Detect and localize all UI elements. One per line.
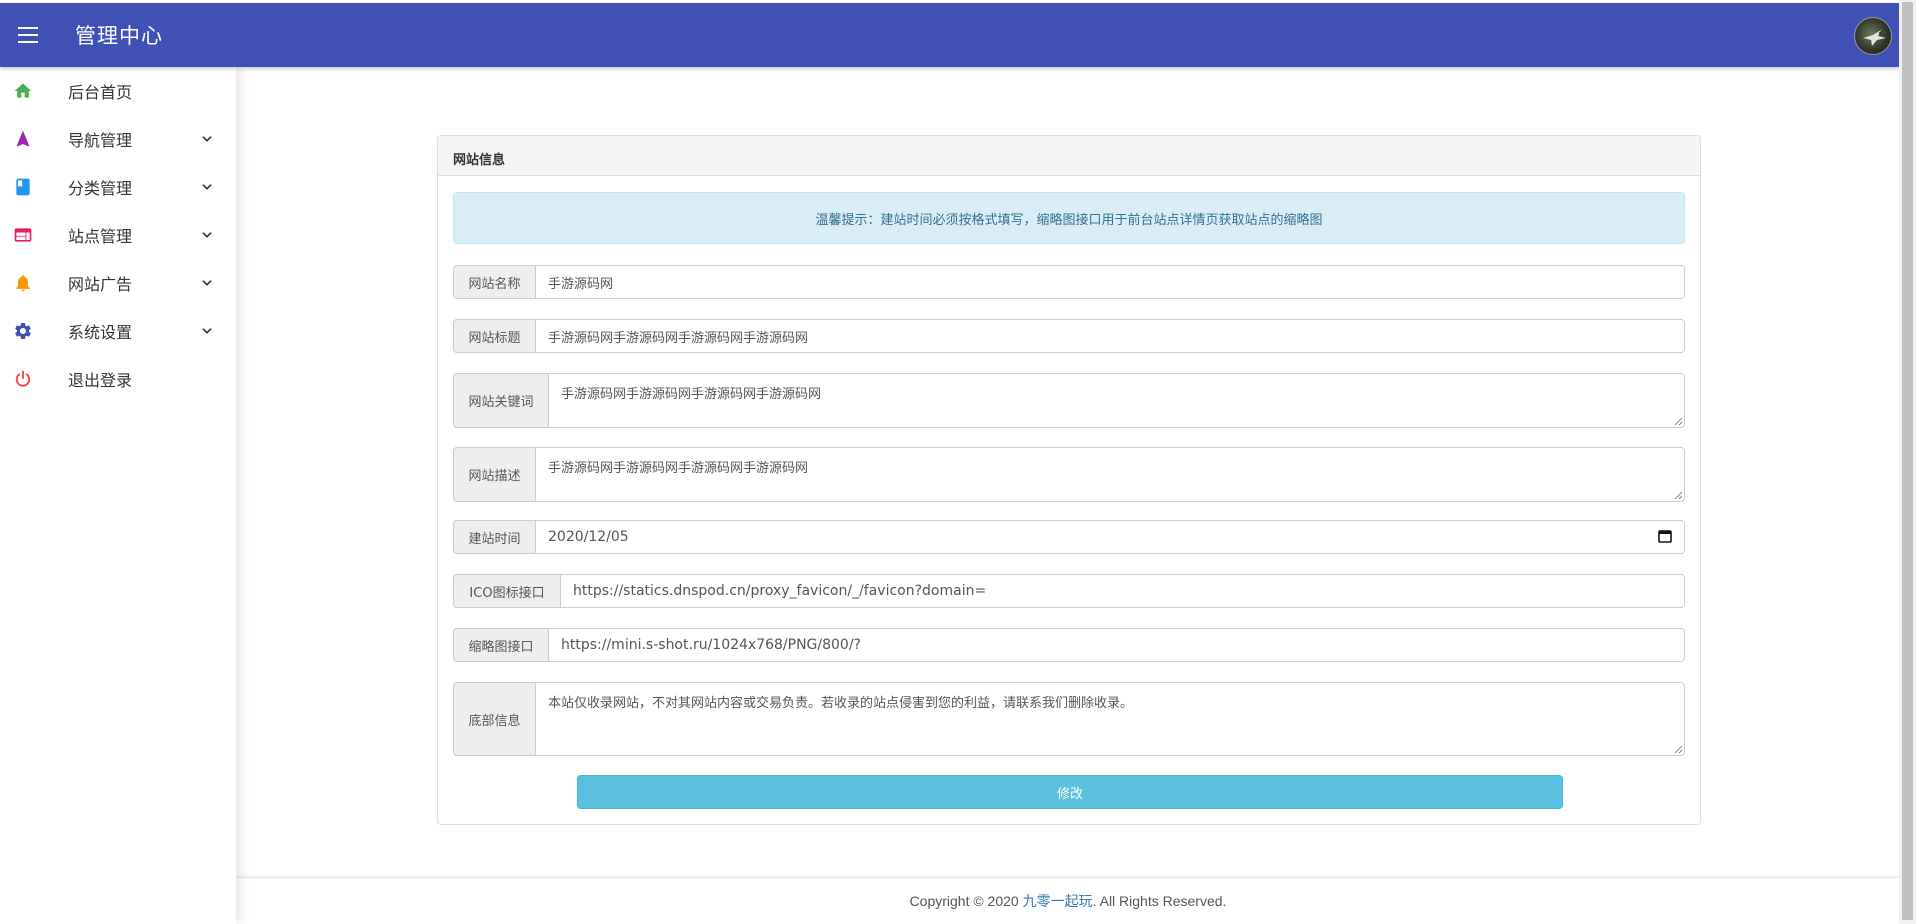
- footer-info-group: 底部信息 本站仅收录网站，不对其网站内容或交易负责。若收录的站点侵害到您的利益，…: [453, 682, 1685, 756]
- site-description-textarea[interactable]: 手游源码网手游源码网手游源码网手游源码网: [535, 447, 1685, 502]
- build-date-group: 建站时间 2020/12/05: [453, 520, 1685, 554]
- footer-info-textarea[interactable]: 本站仅收录网站，不对其网站内容或交易负责。若收录的站点侵害到您的利益，请联系我们…: [535, 682, 1685, 756]
- submit-button[interactable]: 修改: [577, 775, 1563, 809]
- chevron-down-icon: [202, 184, 212, 190]
- site-description-label: 网站描述: [453, 447, 535, 502]
- footer-info-label: 底部信息: [453, 682, 535, 756]
- thumb-api-group: 缩略图接口 https://mini.s-shot.ru/1024x768/PN…: [453, 628, 1685, 662]
- site-name-group: 网站名称 手游源码网: [453, 265, 1685, 299]
- calendar-icon[interactable]: [1658, 529, 1672, 543]
- sidebar-item-category[interactable]: 分类管理: [0, 163, 236, 211]
- site-description-value: 手游源码网手游源码网手游源码网手游源码网: [548, 461, 809, 476]
- sidebar-item-label: 退出登录: [68, 371, 133, 390]
- sidebar-item-dashboard[interactable]: 后台首页: [0, 67, 236, 115]
- bell-icon: [13, 273, 33, 293]
- build-date-value: 2020/12/05: [548, 529, 629, 545]
- site-description-group: 网站描述 手游源码网手游源码网手游源码网手游源码网: [453, 447, 1685, 502]
- home-icon: [13, 81, 33, 101]
- copyright-suffix: . All Rights Reserved.: [1092, 893, 1227, 909]
- sidebar: 后台首页 导航管理 分类管理 站点管理 网站广告 系统设置 退出登录: [0, 67, 236, 924]
- site-keywords-textarea[interactable]: 手游源码网手游源码网手游源码网手游源码网: [548, 373, 1685, 428]
- chevron-down-icon: [202, 136, 212, 142]
- tip-alert: 温馨提示：建站时间必须按格式填写，缩略图接口用于前台站点详情页获取站点的缩略图: [453, 192, 1685, 244]
- thumb-api-label: 缩略图接口: [453, 628, 548, 662]
- navigation-icon: [13, 129, 33, 149]
- resize-handle-icon[interactable]: [1674, 491, 1683, 500]
- sidebar-item-label: 站点管理: [68, 227, 133, 246]
- site-keywords-value: 手游源码网手游源码网手游源码网手游源码网: [561, 387, 822, 402]
- resize-handle-icon[interactable]: [1674, 417, 1683, 426]
- site-keywords-group: 网站关键词 手游源码网手游源码网手游源码网手游源码网: [453, 373, 1685, 428]
- copyright-prefix: Copyright © 2020: [909, 893, 1023, 909]
- resize-handle-icon[interactable]: [1674, 745, 1683, 754]
- gear-icon: [13, 321, 33, 341]
- sidebar-item-ads[interactable]: 网站广告: [0, 259, 236, 307]
- ico-api-group: ICO图标接口 https://statics.dnspod.cn/proxy_…: [453, 574, 1685, 608]
- sidebar-item-label: 网站广告: [68, 275, 133, 294]
- sidebar-item-label: 导航管理: [68, 131, 133, 150]
- power-icon: [13, 369, 33, 389]
- thumb-api-input[interactable]: https://mini.s-shot.ru/1024x768/PNG/800/…: [548, 628, 1685, 662]
- web-icon: [13, 225, 33, 245]
- main-content: 网站信息 温馨提示：建站时间必须按格式填写，缩略图接口用于前台站点详情页获取站点…: [236, 67, 1900, 924]
- avatar[interactable]: [1854, 17, 1892, 55]
- page-scrollbar[interactable]: [1899, 0, 1916, 924]
- panel-heading: 网站信息: [438, 136, 1700, 176]
- sidebar-item-label: 分类管理: [68, 179, 133, 198]
- top-app-bar: 管理中心: [0, 3, 1900, 67]
- sidebar-item-settings[interactable]: 系统设置: [0, 307, 236, 355]
- site-keywords-label: 网站关键词: [453, 373, 548, 428]
- site-title-input[interactable]: 手游源码网手游源码网手游源码网手游源码网: [535, 319, 1685, 353]
- build-date-label: 建站时间: [453, 520, 535, 554]
- site-link[interactable]: 九零一起玩: [1023, 891, 1093, 911]
- chevron-down-icon: [202, 232, 212, 238]
- build-date-input[interactable]: 2020/12/05: [535, 520, 1685, 554]
- site-title-label: 网站标题: [453, 319, 535, 353]
- scrollbar-thumb[interactable]: [1902, 2, 1913, 920]
- menu-icon[interactable]: [0, 3, 56, 67]
- site-info-panel: 网站信息 温馨提示：建站时间必须按格式填写，缩略图接口用于前台站点详情页获取站点…: [437, 135, 1701, 825]
- app-title: 管理中心: [75, 24, 163, 48]
- site-title-group: 网站标题 手游源码网手游源码网手游源码网手游源码网: [453, 319, 1685, 353]
- site-name-label: 网站名称: [453, 265, 535, 299]
- footer-info-value: 本站仅收录网站，不对其网站内容或交易负责。若收录的站点侵害到您的利益，请联系我们…: [548, 696, 1134, 711]
- chevron-down-icon: [202, 328, 212, 334]
- chevron-down-icon: [202, 280, 212, 286]
- site-name-input[interactable]: 手游源码网: [535, 265, 1685, 299]
- book-icon: [13, 177, 33, 197]
- sidebar-item-label: 后台首页: [68, 83, 133, 102]
- sidebar-item-navigation[interactable]: 导航管理: [0, 115, 236, 163]
- ico-api-input[interactable]: https://statics.dnspod.cn/proxy_favicon/…: [560, 574, 1685, 608]
- ico-api-label: ICO图标接口: [453, 574, 560, 608]
- bird-icon: [1863, 30, 1886, 46]
- sidebar-item-label: 系统设置: [68, 323, 133, 342]
- sidebar-item-sites[interactable]: 站点管理: [0, 211, 236, 259]
- sidebar-item-logout[interactable]: 退出登录: [0, 355, 236, 403]
- page-footer: Copyright © 2020 九零一起玩. All Rights Reser…: [236, 877, 1900, 924]
